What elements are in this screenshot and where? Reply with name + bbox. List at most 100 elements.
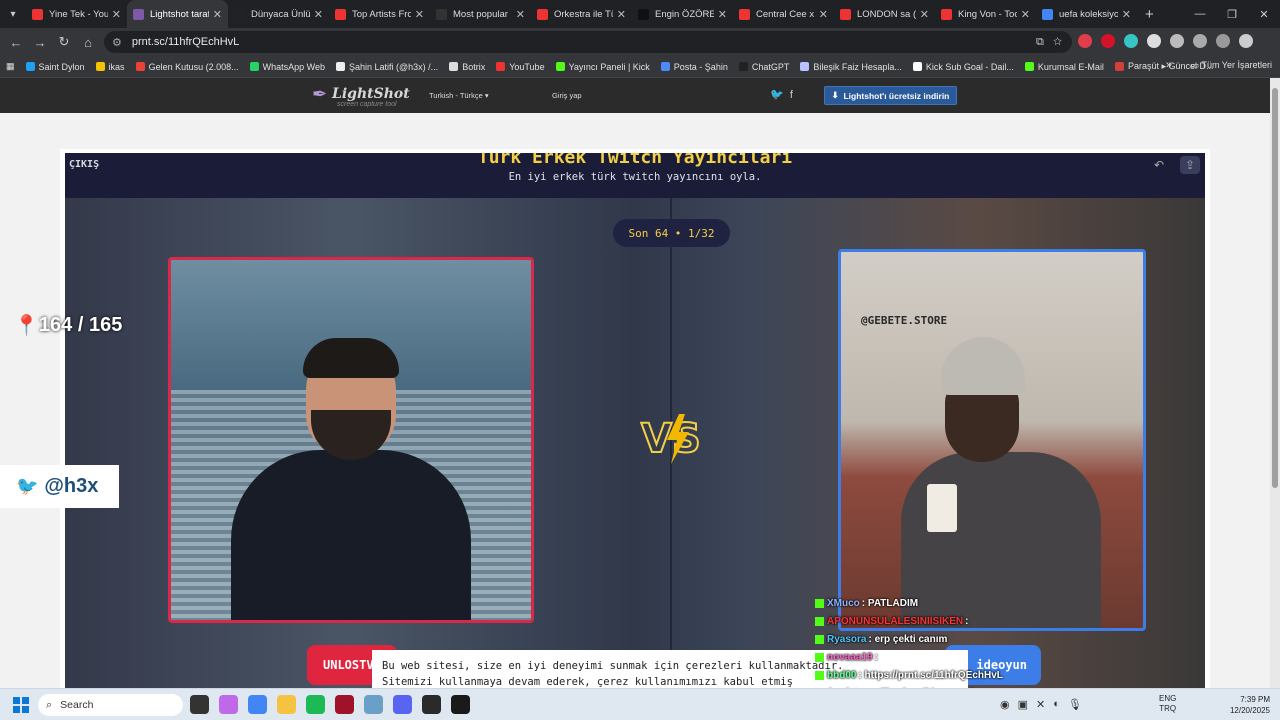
page-scrollbar[interactable] — [1270, 78, 1280, 688]
input-language[interactable]: ENG TRQ — [1159, 694, 1176, 714]
taskbar-search[interactable]: ⌕ Search — [38, 694, 183, 716]
bookmark-item[interactable]: Gelen Kutusu (2.008... — [135, 61, 239, 72]
browser-tab[interactable]: Lightshot tarafı ✕ — [127, 0, 228, 28]
browser-tab[interactable]: Central Cee x F ✕ — [733, 0, 834, 28]
tray-icon[interactable]: ◐ — [1053, 698, 1060, 711]
chrome-icon[interactable] — [248, 695, 267, 714]
chat-text: : — [965, 615, 969, 627]
close-tab-icon[interactable]: ✕ — [213, 8, 222, 21]
close-tab-icon[interactable]: ✕ — [314, 8, 323, 21]
home-icon[interactable]: ⌂ — [76, 35, 100, 50]
site-info-icon[interactable]: ⚙ — [112, 36, 122, 49]
minimize-icon[interactable]: — — [1184, 0, 1216, 28]
tray-icon[interactable]: ▣ — [1018, 698, 1028, 711]
chat-message: bbd00: https://prnt.sc/11hfrQEchHvL — [815, 666, 1005, 684]
bookmark-item[interactable]: Posta - Şahin — [660, 61, 728, 72]
extension-icon[interactable] — [1101, 34, 1115, 48]
bookmark-item[interactable]: Botrix — [449, 61, 485, 72]
extension-icon[interactable] — [1124, 34, 1138, 48]
extensions-area — [1078, 34, 1253, 48]
browser-tab[interactable]: LONDON sa (L ✕ — [834, 0, 935, 28]
login-link[interactable]: Giriş yap — [552, 91, 582, 100]
restore-icon[interactable]: ❐ — [1216, 0, 1248, 28]
browser-tab[interactable]: uefa koleksiyo ✕ — [1036, 0, 1137, 28]
person-hair — [303, 338, 399, 378]
browser-tab[interactable]: Dünyaca Ünlü ✕ — [228, 0, 329, 28]
tab-list: Yine Tek - YouT✕Lightshot tarafı✕Dünyaca… — [26, 0, 1137, 28]
browser-tab[interactable]: Orkestra ile Tü ✕ — [531, 0, 632, 28]
close-tab-icon[interactable]: ✕ — [819, 8, 828, 21]
terminal-icon[interactable] — [422, 695, 441, 714]
puzzle-icon[interactable] — [1170, 34, 1184, 48]
back-icon[interactable]: ← — [4, 35, 28, 50]
copilot-icon[interactable] — [219, 695, 238, 714]
tray-icon[interactable]: ◉ — [1000, 698, 1010, 711]
close-tab-icon[interactable]: ✕ — [112, 8, 121, 21]
bookmark-item[interactable]: Kurumsal E-Mail — [1024, 61, 1104, 72]
extension-icon[interactable] — [1147, 34, 1161, 48]
bookmark-favicon-icon — [800, 62, 810, 71]
tray-icon[interactable]: ✕ — [1036, 698, 1045, 711]
browser-tab[interactable]: Yine Tek - YouT ✕ — [26, 0, 127, 28]
lightshot-logo[interactable]: ✒ LightShot screen capture tool — [312, 84, 410, 108]
bookmark-item[interactable]: YouTube — [496, 61, 545, 72]
app-icon[interactable] — [335, 695, 354, 714]
tab-favicon-icon — [234, 8, 245, 20]
windows-start-icon[interactable] — [13, 697, 29, 713]
browser-tab[interactable]: King Von - Toc ✕ — [935, 0, 1036, 28]
close-tab-icon[interactable]: ✕ — [516, 8, 525, 21]
all-bookmarks-link[interactable]: ▭ Tüm Yer İşaretleri — [1191, 60, 1272, 71]
obs-icon[interactable] — [451, 695, 470, 714]
bookmark-item[interactable]: Şahin Latifi (@h3x) /... — [336, 61, 438, 72]
close-window-icon[interactable]: ✕ — [1248, 0, 1280, 28]
bookmark-item[interactable]: WhatsApp Web — [249, 61, 325, 72]
tab-favicon-icon — [638, 8, 649, 20]
tab-search-icon[interactable]: ▾ — [0, 0, 26, 28]
menu-icon[interactable] — [1239, 34, 1253, 48]
close-tab-icon[interactable]: ✕ — [415, 8, 424, 21]
media-icon[interactable] — [1193, 34, 1207, 48]
browser-tab[interactable]: Top Artists Fro ✕ — [329, 0, 430, 28]
profile-avatar[interactable] — [1216, 34, 1230, 48]
new-tab-icon[interactable]: + — [1145, 6, 1154, 23]
close-tab-icon[interactable]: ✕ — [718, 8, 727, 21]
chat-text: : — [874, 651, 878, 663]
bookmark-star-icon[interactable]: ⧉ ☆ — [1036, 36, 1062, 49]
task-view-icon[interactable] — [190, 695, 209, 714]
close-tab-icon[interactable]: ✕ — [617, 8, 626, 21]
game-header: ÇIKIŞ Türk Erkek Twitch Yayıncıları En i… — [65, 153, 1205, 198]
bookmark-item[interactable]: Yayıncı Paneli | Kick — [555, 61, 650, 72]
taskbar-clock[interactable]: 7:39 PM 12/20/2025 — [1224, 694, 1270, 716]
search-icon: ⌕ — [46, 698, 53, 711]
app-icon[interactable] — [364, 695, 383, 714]
more-bookmarks-icon[interactable]: » — [1166, 59, 1172, 71]
close-tab-icon[interactable]: ✕ — [920, 8, 929, 21]
bookmark-item[interactable]: ikas — [95, 61, 125, 72]
close-tab-icon[interactable]: ✕ — [1021, 8, 1030, 21]
tab-label: Orkestra ile Tü — [554, 8, 613, 20]
file-explorer-icon[interactable] — [277, 695, 296, 714]
scrollbar-thumb[interactable] — [1272, 88, 1278, 488]
bookmark-favicon-icon — [449, 62, 459, 71]
extension-icon[interactable] — [1078, 34, 1092, 48]
twitter-icon[interactable]: 🐦 — [770, 89, 784, 101]
close-tab-icon[interactable]: ✕ — [1122, 8, 1131, 21]
reload-icon[interactable]: ↻ — [52, 34, 76, 50]
language-select[interactable]: Turkish - Türkçe ▾ — [429, 91, 489, 100]
download-button[interactable]: ⬇ Lightshot'ı ücretsiz indirin — [824, 86, 957, 105]
microphone-icon[interactable]: 🎙 — [1068, 698, 1082, 711]
forward-icon[interactable]: → — [28, 35, 52, 50]
viewer-counter: 📍 164 / 165 — [14, 314, 123, 337]
discord-icon[interactable] — [393, 695, 412, 714]
bookmark-item[interactable]: ChatGPT — [738, 61, 789, 72]
apps-icon[interactable]: ▦ — [6, 61, 15, 72]
spotify-icon[interactable] — [306, 695, 325, 714]
bookmark-item[interactable]: Kick Sub Goal - Dail... — [912, 61, 1014, 72]
address-bar[interactable]: ⚙ prnt.sc/11hfrQEchHvL ⧉ ☆ — [104, 31, 1072, 53]
kick-badge-icon — [815, 634, 824, 644]
browser-tab[interactable]: Most popular ✕ — [430, 0, 531, 28]
browser-tab[interactable]: Engin ÖZÖREN ✕ — [632, 0, 733, 28]
facebook-icon[interactable]: f — [790, 89, 793, 101]
bookmark-item[interactable]: Saint Dylon — [25, 61, 85, 72]
bookmark-item[interactable]: Bileşik Faiz Hesapla... — [800, 61, 902, 72]
